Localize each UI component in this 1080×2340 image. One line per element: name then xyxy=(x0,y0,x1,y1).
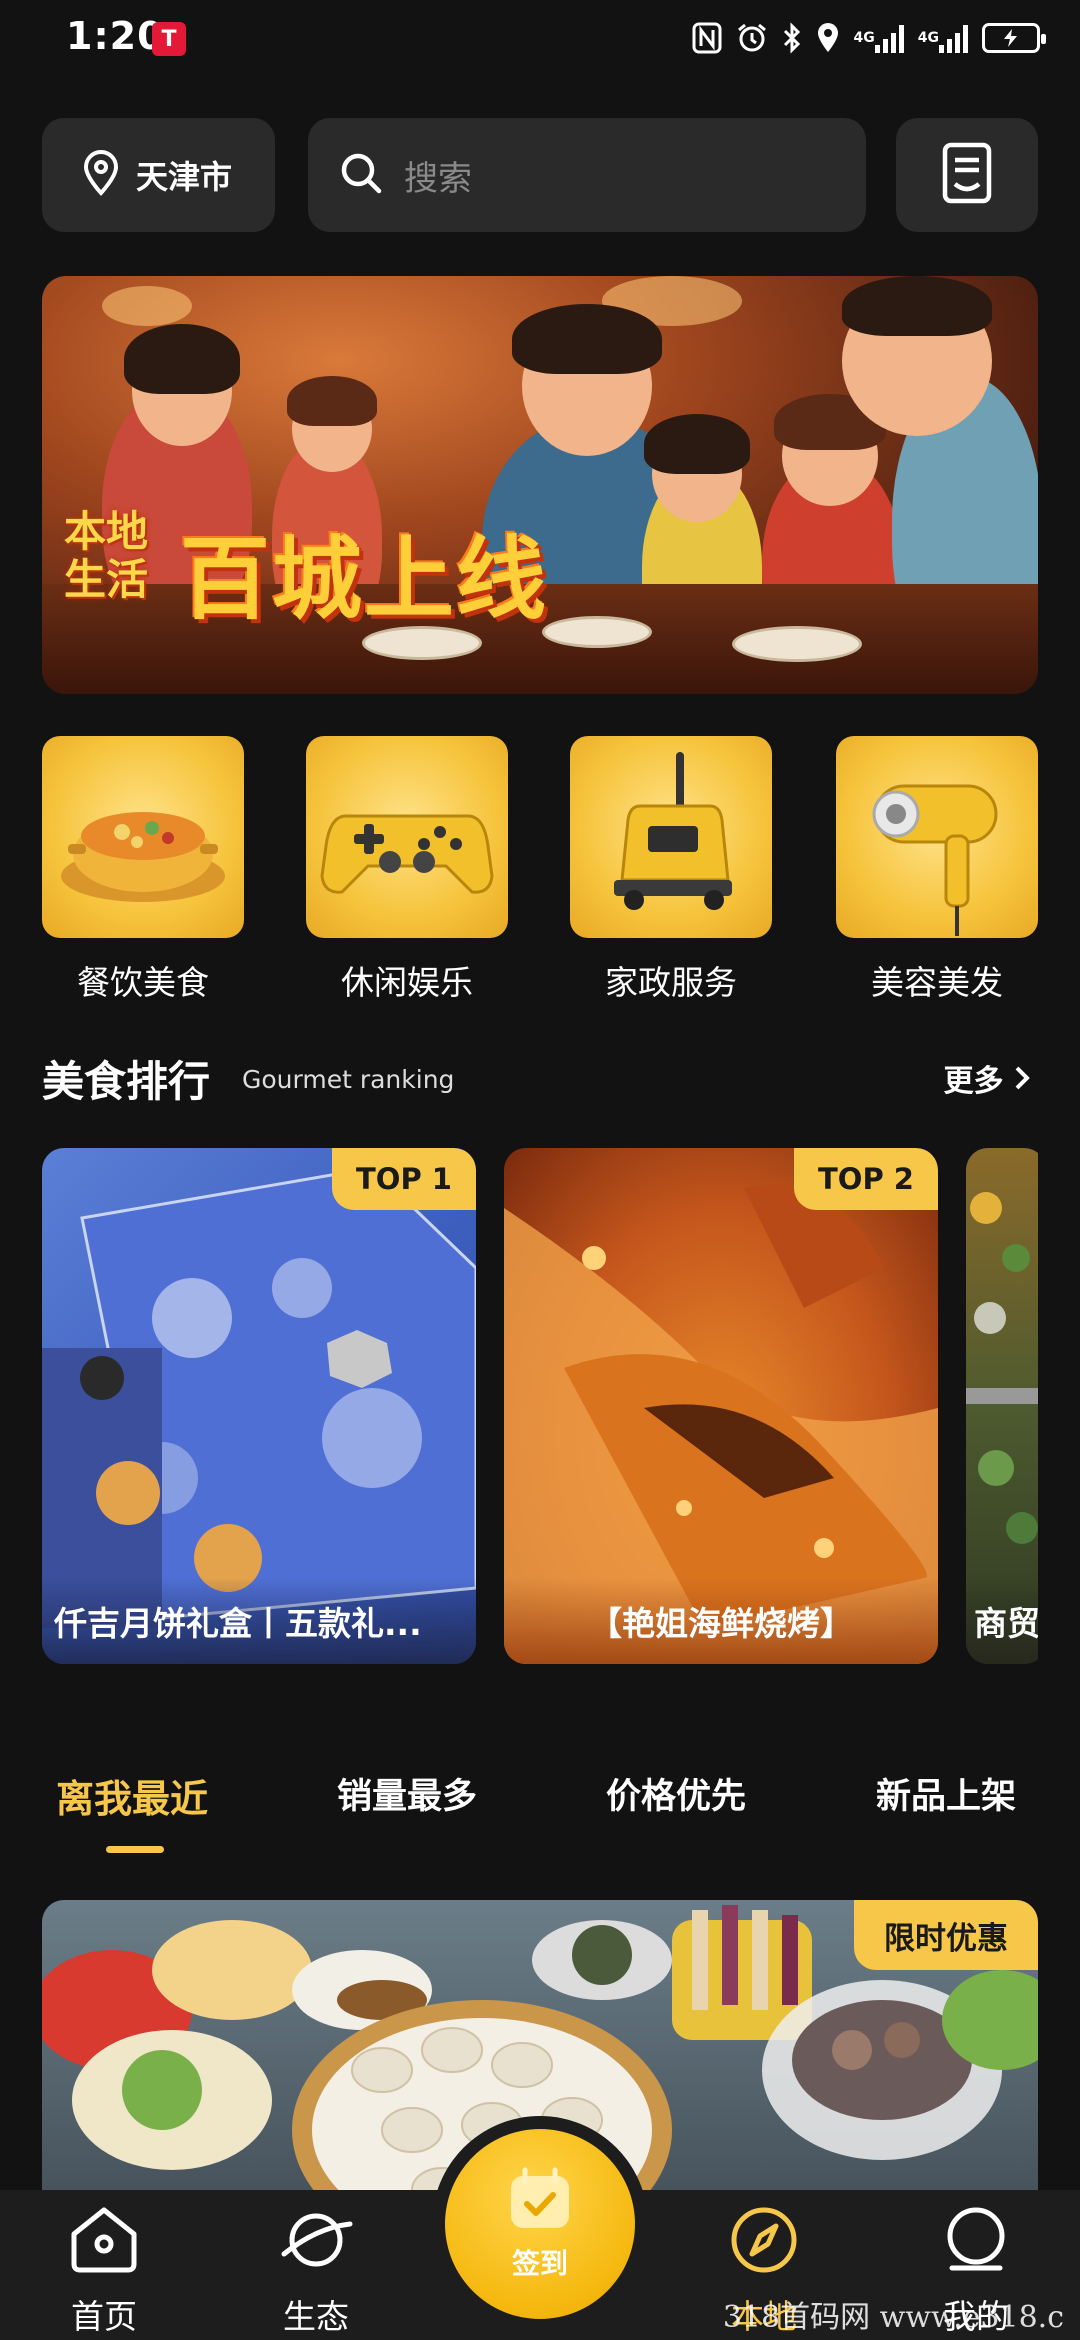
location-selector[interactable]: 天津市 xyxy=(42,118,275,232)
top-bar: 天津市 搜索 xyxy=(42,118,1038,232)
tab-indicator xyxy=(106,1846,164,1853)
calendar-check-icon xyxy=(505,2166,575,2236)
nav-label: 首页 xyxy=(71,2297,137,2336)
ranking-card[interactable]: TOP 1 仟吉月饼礼盒丨五款礼... xyxy=(42,1148,476,1664)
banner-title: 百城上线 xyxy=(180,527,548,632)
banner-tag: 本地生活 xyxy=(64,507,149,604)
category-housekeeping[interactable]: 家政服务 xyxy=(570,736,772,1004)
category-beauty[interactable]: 美容美发 xyxy=(836,736,1038,1004)
search-input[interactable]: 搜索 xyxy=(308,118,866,232)
hairdryer-icon xyxy=(836,736,1038,938)
compass-icon xyxy=(726,2202,802,2282)
category-entertainment[interactable]: 休闲娱乐 xyxy=(306,736,508,1004)
nav-label: 生态 xyxy=(283,2297,349,2336)
sort-tabs: 离我最近 销量最多 价格优先 新品上架 xyxy=(42,1768,1038,1853)
orders-button[interactable] xyxy=(896,118,1038,232)
home-icon xyxy=(66,2202,142,2282)
checkin-button[interactable]: 签到 xyxy=(445,2129,635,2319)
more-link[interactable]: 更多 xyxy=(944,1056,1030,1100)
location-label: 天津市 xyxy=(136,158,233,196)
chevron-right-icon xyxy=(1014,1064,1030,1099)
promo-badge: 限时优惠 xyxy=(854,1900,1038,1970)
document-icon xyxy=(941,142,993,208)
more-label: 更多 xyxy=(943,1064,1004,1099)
bluetooth-icon xyxy=(782,20,802,56)
location-pin-icon xyxy=(82,150,120,200)
location-icon xyxy=(816,20,840,56)
watermark: 318首码网 www.e318.c xyxy=(722,2300,1064,2335)
section-subtitle: Gourmet ranking xyxy=(242,1065,455,1094)
checkin-label: 签到 xyxy=(511,2247,568,2280)
status-bar: 1:20 T 4G 4G xyxy=(0,0,1080,78)
battery-charging-icon xyxy=(982,23,1046,53)
ranking-header: 美食排行 Gourmet ranking 更多 xyxy=(42,1048,1038,1106)
checkin-button-ring: 签到 xyxy=(432,2116,648,2332)
gamepad-icon xyxy=(306,736,508,938)
ranking-list: TOP 1 仟吉月饼礼盒丨五款礼... TOP 2 【艳姐海鲜烧烤】 商贸 xyxy=(42,1148,1038,1664)
category-label: 美容美发 xyxy=(871,963,1003,1002)
tab-price[interactable]: 价格优先 xyxy=(606,1768,746,1819)
search-icon xyxy=(338,150,384,200)
signal-icon: 4G xyxy=(854,20,904,56)
vacuum-icon xyxy=(570,736,772,938)
category-grid: 餐饮美食 休闲娱乐 家政服务 美容美发 xyxy=(42,736,1038,1006)
rank-badge: TOP 2 xyxy=(794,1148,938,1210)
hotpot-icon xyxy=(42,736,244,938)
nav-home[interactable]: 首页 xyxy=(44,2202,164,2336)
profile-icon xyxy=(938,2202,1014,2282)
ranking-card[interactable]: 商贸 xyxy=(966,1148,1038,1664)
rank-caption: 仟吉月饼礼盒丨五款礼... xyxy=(42,1578,476,1664)
category-label: 休闲娱乐 xyxy=(341,963,473,1002)
nav-ecosystem[interactable]: 生态 xyxy=(256,2202,376,2336)
rank-badge: TOP 1 xyxy=(332,1148,476,1210)
nfc-icon xyxy=(692,20,722,56)
status-time: 1:20 xyxy=(66,14,165,58)
status-icons: 4G 4G xyxy=(692,16,1046,60)
planet-icon xyxy=(278,2202,354,2282)
promo-banner[interactable]: 本地生活 百城上线 xyxy=(42,276,1038,694)
tab-best-selling[interactable]: 销量最多 xyxy=(337,1768,477,1819)
category-dining[interactable]: 餐饮美食 xyxy=(42,736,244,1004)
tab-nearest[interactable]: 离我最近 xyxy=(56,1768,208,1823)
ranking-card[interactable]: TOP 2 【艳姐海鲜烧烤】 xyxy=(504,1148,938,1664)
signal-icon: 4G xyxy=(918,20,968,56)
alarm-icon xyxy=(736,20,768,56)
tab-new-arrivals[interactable]: 新品上架 xyxy=(876,1768,1016,1819)
search-placeholder: 搜索 xyxy=(404,158,472,199)
section-title: 美食排行 xyxy=(42,1057,211,1106)
rank-caption: 【艳姐海鲜烧烤】 xyxy=(504,1578,938,1664)
tesla-app-icon: T xyxy=(152,22,186,56)
rank-caption: 商贸 xyxy=(966,1578,1038,1664)
category-label: 餐饮美食 xyxy=(77,963,209,1002)
category-label: 家政服务 xyxy=(605,963,737,1002)
